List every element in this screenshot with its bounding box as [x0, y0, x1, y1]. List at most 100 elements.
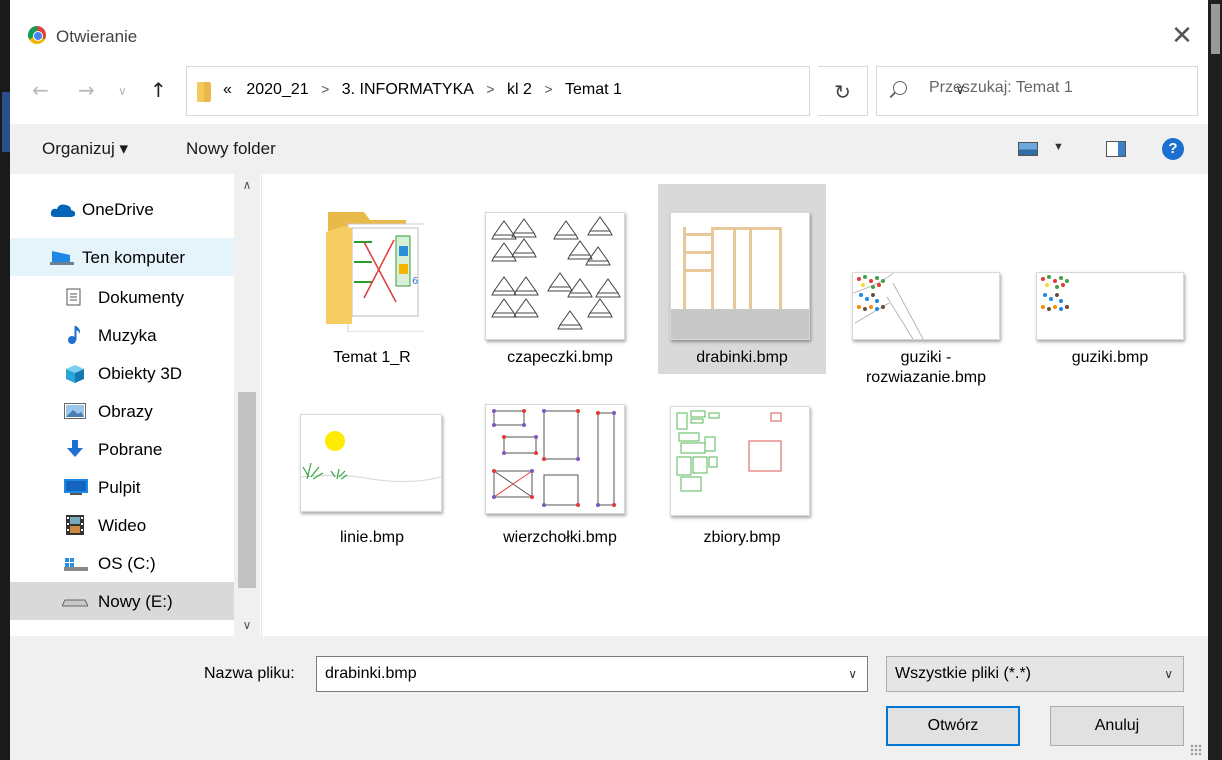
recent-locations-chevron-icon[interactable]: ∨	[118, 84, 127, 98]
breadcrumb-item[interactable]: 2020_21	[246, 81, 308, 99]
chevron-down-icon[interactable]: ∨	[1164, 667, 1173, 681]
open-button[interactable]: Otwórz	[886, 706, 1020, 746]
sidebar-item-music[interactable]: Muzyka	[10, 316, 234, 354]
sidebar-item-label: Wideo	[98, 516, 147, 535]
sidebar-item-drive-e[interactable]: Nowy (E:)	[10, 582, 234, 620]
refresh-icon[interactable]: ↻	[818, 66, 868, 116]
file-item-image[interactable]: zbiory.bmp	[658, 400, 826, 590]
image-thumbnail	[852, 272, 1000, 340]
sidebar-item-downloads[interactable]: Pobrane	[10, 430, 234, 468]
file-name: drabinki.bmp	[696, 349, 788, 366]
sidebar-item-drive-c[interactable]: OS (C:)	[10, 544, 234, 582]
chevron-up-icon[interactable]: ∧	[234, 178, 260, 192]
organize-button[interactable]: Organizuj ▾	[42, 139, 128, 159]
view-mode-icon[interactable]	[1018, 142, 1038, 156]
resize-grip-icon[interactable]	[1190, 744, 1202, 756]
image-thumbnail	[485, 212, 625, 340]
file-item-image[interactable]: wierzchołki.bmp	[476, 400, 644, 590]
up-arrow-icon[interactable]: ↑	[150, 78, 167, 102]
folder-icon	[197, 82, 211, 102]
folder-icon: 6	[326, 212, 424, 332]
file-item-image[interactable]: guziki.bmp	[1026, 184, 1194, 374]
sidebar-item-3d-objects[interactable]: Obiekty 3D	[10, 354, 234, 392]
back-arrow-icon[interactable]: ←	[32, 78, 49, 102]
background-scrollbar[interactable]	[1208, 0, 1222, 760]
title-bar: Otwieranie ✕	[10, 14, 1208, 60]
sidebar-item-videos[interactable]: Wideo	[10, 506, 234, 544]
cube-icon	[66, 365, 84, 383]
image-thumbnail	[300, 414, 442, 512]
search-input[interactable]	[929, 79, 1189, 97]
sidebar-item-label: Pulpit	[98, 478, 141, 497]
file-name: guziki.bmp	[1071, 349, 1149, 366]
sidebar-item-label: OS (C:)	[98, 554, 156, 573]
window-title: Otwieranie	[56, 27, 138, 46]
filename-label: Nazwa pliku:	[204, 665, 295, 682]
sidebar-item-pictures[interactable]: Obrazy	[10, 392, 234, 430]
address-row: ← → ∨ ↑ « 2020_21 > 3. INFORMATYKA > kl …	[10, 66, 1208, 116]
dialog-footer: Nazwa pliku: drabinki.bmp ∨ Wszystkie pl…	[10, 636, 1208, 760]
chevron-right-icon[interactable]: >	[544, 81, 552, 97]
search-icon	[893, 81, 907, 95]
cloud-icon	[50, 204, 76, 217]
background-accent	[2, 92, 10, 152]
breadcrumb-item[interactable]: Temat 1	[565, 81, 622, 99]
chevron-down-icon[interactable]: ∨	[234, 618, 260, 632]
chevron-down-icon[interactable]: ∨	[848, 667, 857, 681]
caret-down-icon[interactable]: ▼	[1053, 141, 1064, 153]
nav-scroll-thumb[interactable]	[238, 392, 256, 588]
breadcrumb-item[interactable]: 3. INFORMATYKA	[342, 81, 474, 99]
breadcrumb-overflow[interactable]: «	[223, 81, 232, 99]
download-icon	[67, 440, 83, 457]
file-item-image[interactable]: linie.bmp	[288, 400, 456, 590]
forward-arrow-icon[interactable]: →	[78, 78, 95, 102]
buttons-thumbnail-icon	[1041, 275, 1069, 311]
file-item-image[interactable]: czapeczki.bmp	[476, 184, 644, 374]
background-scroll-thumb[interactable]	[1211, 4, 1220, 54]
image-thumbnail	[485, 404, 625, 514]
desktop-icon	[64, 479, 88, 495]
ladders-thumbnail-icon	[671, 213, 809, 339]
sidebar-item-label: Muzyka	[98, 326, 157, 345]
cancel-button[interactable]: Anuluj	[1050, 706, 1184, 746]
sidebar-item-label: Obrazy	[98, 402, 153, 421]
filename-combobox[interactable]: drabinki.bmp ∨	[316, 656, 868, 692]
file-item-image[interactable]: guziki - rozwiazanie.bmp	[842, 184, 1010, 386]
sidebar-item-documents[interactable]: Dokumenty	[10, 278, 234, 316]
address-bar[interactable]: « 2020_21 > 3. INFORMATYKA > kl 2 > Tema…	[186, 66, 965, 116]
windows-drive-icon	[64, 558, 88, 571]
document-icon	[66, 288, 81, 306]
nav-scrollbar[interactable]: ∧ ∨	[234, 174, 260, 636]
vertices-thumbnail-icon	[492, 409, 616, 507]
help-icon[interactable]: ?	[1162, 138, 1184, 160]
file-name: wierzchołki.bmp	[503, 529, 617, 546]
chevron-right-icon[interactable]: >	[486, 81, 494, 97]
file-list: 6 Temat 1_R czapeczki.bmp drabinki.bmp g…	[262, 174, 1208, 636]
file-item-folder[interactable]: 6 Temat 1_R	[288, 184, 456, 374]
preview-pane-icon[interactable]	[1106, 141, 1126, 157]
drive-icon	[62, 599, 88, 607]
close-button[interactable]: ✕	[1164, 18, 1200, 54]
open-file-dialog: Otwieranie ✕ ← → ∨ ↑ « 2020_21 > 3. INFO…	[0, 0, 1222, 760]
file-name: Temat 1_R	[333, 349, 411, 366]
navigation-pane: OneDrive Ten komputer Dokumenty Muzyka O…	[10, 174, 262, 636]
sidebar-item-this-pc[interactable]: Ten komputer	[10, 238, 234, 276]
file-name: linie.bmp	[339, 529, 405, 546]
chevron-right-icon[interactable]: >	[321, 81, 329, 97]
file-type-filter[interactable]: Wszystkie pliki (*.*) ∨	[886, 656, 1184, 692]
hats-thumbnail-icon	[491, 216, 621, 330]
filename-input[interactable]: drabinki.bmp	[325, 665, 417, 683]
sidebar-item-label: Nowy (E:)	[98, 592, 173, 611]
file-item-image-selected[interactable]: drabinki.bmp	[658, 184, 826, 374]
sidebar-item-desktop[interactable]: Pulpit	[10, 468, 234, 506]
sidebar-item-onedrive[interactable]: OneDrive	[10, 190, 234, 228]
new-folder-button[interactable]: Nowy folder	[186, 139, 276, 159]
sets-thumbnail-icon	[676, 410, 782, 492]
command-bar: Organizuj ▾ Nowy folder ▼ ?	[10, 124, 1208, 174]
svg-text:6: 6	[412, 276, 418, 287]
breadcrumb-item[interactable]: kl 2	[507, 81, 532, 99]
image-thumbnail	[670, 212, 810, 340]
search-box	[876, 66, 1198, 116]
sidebar-item-label: Ten komputer	[82, 248, 185, 267]
video-icon	[66, 515, 84, 535]
